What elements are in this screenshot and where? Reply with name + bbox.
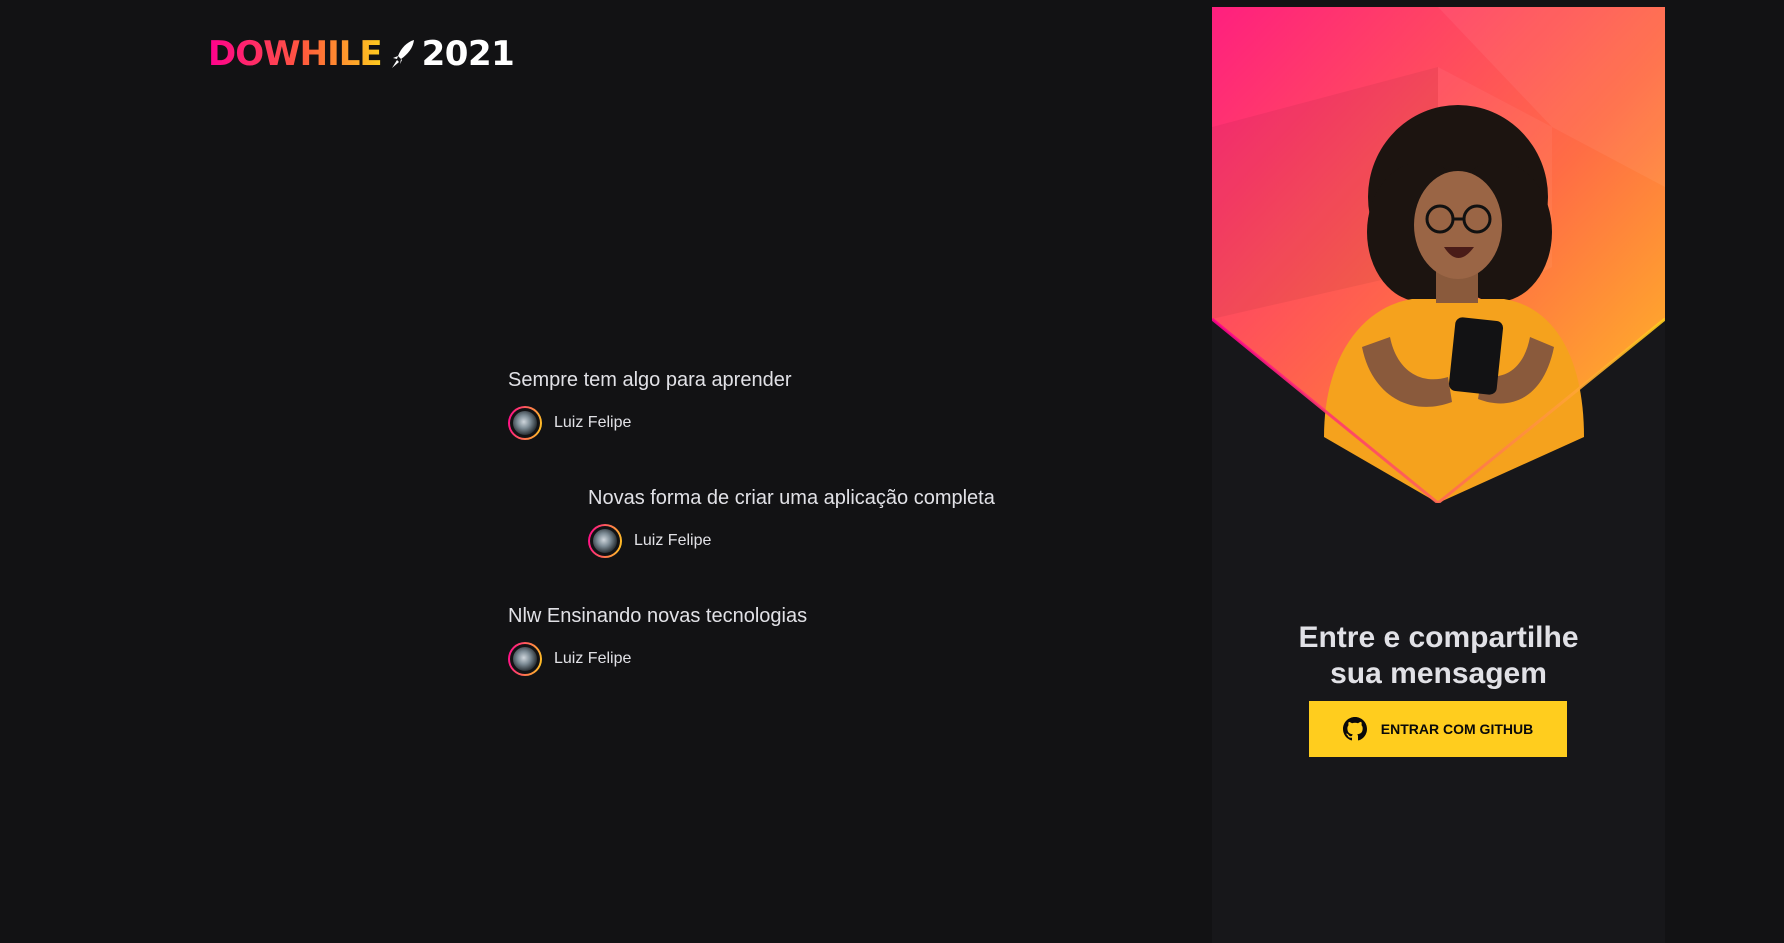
user-name: Luiz Felipe <box>554 414 632 431</box>
message-item: Sempre tem algo para aprender Luiz Felip… <box>508 366 792 440</box>
message-user: Luiz Felipe <box>588 524 995 558</box>
message-content: Novas forma de criar uma aplicação compl… <box>588 487 995 509</box>
user-name: Luiz Felipe <box>634 532 712 549</box>
github-button-label: ENTRAR COM GITHUB <box>1380 721 1534 737</box>
message-content: Sempre tem algo para aprender <box>508 369 792 391</box>
message-item: Nlw Ensinando novas tecnologias Luiz Fel… <box>508 602 807 676</box>
avatar <box>510 644 540 674</box>
message-content: Nlw Ensinando novas tecnologias <box>508 605 808 627</box>
message-user: Luiz Felipe <box>508 406 792 440</box>
message-user: Luiz Felipe <box>508 642 807 676</box>
hero-banner-image <box>1212 7 1665 503</box>
rocket-icon <box>391 40 414 68</box>
user-name: Luiz Felipe <box>554 650 632 667</box>
app-page: DOWHILE 2021 Sempre tem algo para aprend… <box>0 0 1784 943</box>
message-item: Novas forma de criar uma aplicação compl… <box>588 484 995 558</box>
avatar-ring <box>588 524 622 558</box>
avatar-ring <box>508 642 542 676</box>
logo-year-text: 2021 <box>421 34 515 74</box>
github-icon <box>1342 717 1367 741</box>
github-login-button[interactable]: ENTRAR COM GITHUB <box>1309 701 1567 757</box>
login-panel: Entre e compartilhe sua mensagem ENTRAR … <box>1212 7 1665 943</box>
panel-title-line2: sua mensagem <box>1330 656 1547 690</box>
avatar <box>510 408 540 438</box>
panel-title-line1: Entre e compartilhe <box>1298 620 1579 654</box>
panel-title: Entre e compartilhe sua mensagem <box>1212 620 1665 692</box>
dowhile-logo: DOWHILE 2021 <box>208 34 515 74</box>
avatar <box>590 526 620 556</box>
avatar-ring <box>508 406 542 440</box>
logo-brand-text: DOWHILE <box>208 34 383 74</box>
